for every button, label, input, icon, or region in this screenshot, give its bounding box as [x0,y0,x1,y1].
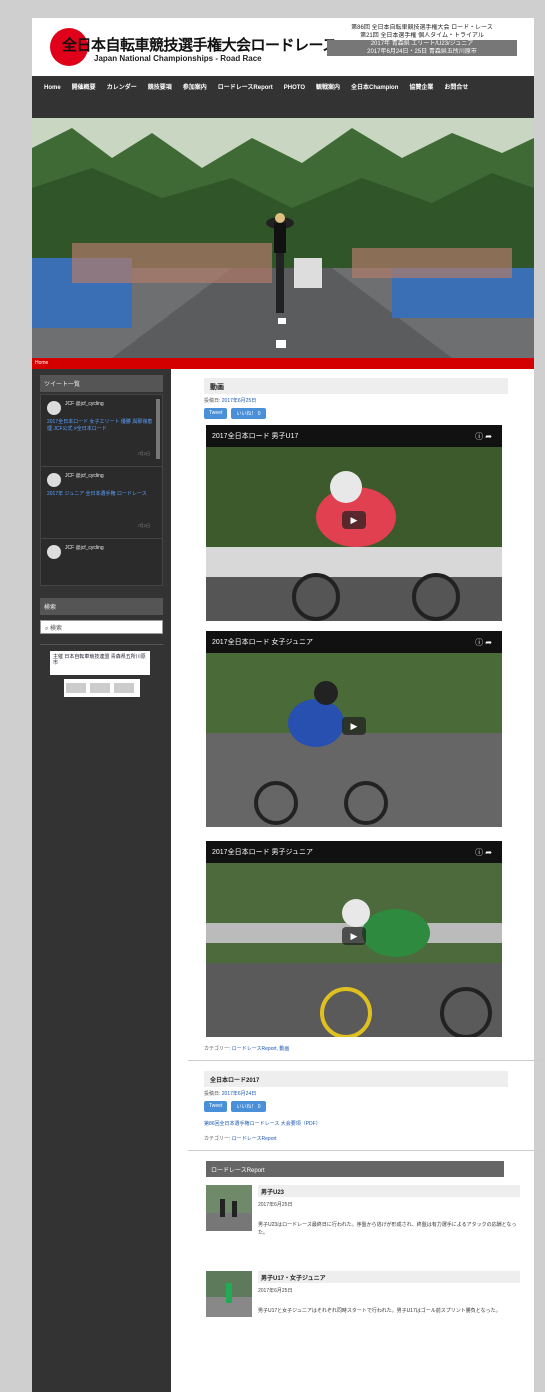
sponsor-logos-row[interactable] [64,679,140,697]
tweet-author[interactable]: JCF @jcf_cycling [65,401,104,407]
share-buttons: Tweet いいね！ 0 [204,408,506,419]
report-date: 2017年6月25日 [258,1288,293,1294]
site-subtitle: Japan National Championships - Road Race [94,54,262,63]
site-header: 全日本自転車競技選手権大会ロードレース Japan National Champ… [32,18,534,76]
like-button[interactable]: いいね！ 0 [231,408,266,419]
page: 全日本自転車競技選手権大会ロードレース Japan National Champ… [32,18,545,1392]
video-title[interactable]: 2017全日本ロード 男子ジュニア [212,847,313,857]
search-input[interactable]: ⌕ 検索 [40,620,163,634]
like-button[interactable]: いいね！ 0 [231,1101,266,1112]
event-info: 第86回 全日本自転車競技選手権大会 ロード・レース 第21回 全日本選手権 個… [327,24,517,56]
video-title[interactable]: 2017全日本ロード 男子U17 [212,431,298,441]
post-categories: カテゴリー: ロードレースReport [204,1135,506,1142]
nav-item-report[interactable]: ロードレースReport [218,80,273,97]
report-thumbnail[interactable] [206,1271,252,1317]
list-item[interactable]: 男子U17・女子ジュニア 2017年6月25日 男子U17と女子ジュニアはそれぞ… [206,1269,520,1349]
sidebar: ツイート一覧 JCF @jcf_cycling 2017全日本ロード 女子エリー… [32,369,171,1392]
site-title[interactable]: 全日本自転車競技選手権大会ロードレース [62,34,337,55]
nav-item-rules[interactable]: 競技要項 [148,80,172,97]
tweet-author[interactable]: JCF @jcf_cycling [65,545,104,551]
divider [188,1060,545,1061]
video-player[interactable]: 2017全日本ロード 男子U17 ⓘ ➦ ▶ [206,425,502,621]
nav-item-photo[interactable]: PHOTO [284,80,305,97]
tweet[interactable]: JCF @jcf_cycling [41,539,162,585]
nav-item-calendar[interactable]: カレンダー [107,80,137,97]
post-categories: カテゴリー: ロードレースReport, 動画 [204,1045,506,1052]
share-buttons: Tweet いいね！ 0 [204,1101,506,1112]
event-line: 2017年 青森県 エリート/U23/ジュニア [327,40,517,48]
post-meta: 投稿日: 2017年6月24日 [204,1090,506,1097]
nav-item-home[interactable]: Home [44,80,61,97]
main-nav: Home 開催概要 カレンダー 競技要項 参加案内 ロードレースReport P… [32,76,534,118]
post-title[interactable]: 全日本ロード2017 [204,1071,508,1087]
categories-link[interactable]: ロードレースReport, 動画 [232,1046,290,1052]
event-line: 第86回 全日本自転車競技選手権大会 ロード・レース [351,25,493,31]
video-title[interactable]: 2017全日本ロード 女子ジュニア [212,637,313,647]
search-widget-title: 検索 [40,598,163,615]
post-date-link[interactable]: 2017年6月25日 [222,398,256,404]
pdf-link[interactable]: 第86回全日本選手権ロードレース 大会要項（PDF） [204,1120,506,1127]
report-heading[interactable]: 男子U23 [258,1185,520,1197]
avatar[interactable] [47,473,61,487]
divider [188,1150,545,1151]
nav-item-contact[interactable]: お問合せ [444,80,468,97]
post-date-label: 投稿日: [204,398,221,404]
tweet-button[interactable]: Tweet [204,1101,228,1112]
main-content: 動画 投稿日: 2017年6月25日 Tweet いいね！ 0 2017全日本ロ… [188,378,545,1349]
post-title[interactable]: 動画 [204,378,508,394]
post-meta: 投稿日: 2017年6月25日 [204,397,506,404]
tweet-time[interactable]: 7月2日 [138,523,150,529]
tweet[interactable]: JCF @jcf_cycling 2017全日本ロード 女子エリート 優勝 與那… [41,395,162,467]
play-icon[interactable]: ▶ [342,717,366,735]
twitter-timeline[interactable]: JCF @jcf_cycling 2017全日本ロード 女子エリート 優勝 與那… [40,394,163,586]
post-date-link[interactable]: 2017年6月24日 [222,1091,256,1097]
report-date: 2017年6月25日 [258,1202,293,1208]
event-line: 2017年6月24日・25日 青森県五所川原市 [327,48,517,56]
list-item[interactable]: 男子U23 2017年6月25日 男子U23はロードレース最終日に行われた。序盤… [206,1183,520,1263]
nav-item-sponsors[interactable]: 協賛企業 [409,80,433,97]
share-icon[interactable]: ⓘ ➦ [475,637,492,648]
report-thumbnail[interactable] [206,1185,252,1231]
breadcrumb-bar: Home [32,358,534,369]
avatar[interactable] [47,401,61,415]
video-player[interactable]: 2017全日本ロード 女子ジュニア ⓘ ➦ ▶ [206,631,502,827]
tweet-text[interactable]: 2017年 ジュニア 全日本選手権 ロードレース [47,491,155,498]
hero-image [32,118,534,358]
play-icon[interactable]: ▶ [342,927,366,945]
search-placeholder: 検索 [50,626,63,632]
sponsor-logo[interactable]: 主催 日本自転車競技連盟 青森県五所川原市 [50,651,150,675]
breadcrumb-home[interactable]: Home [32,358,534,369]
nav-item-spectator[interactable]: 観戦案内 [316,80,340,97]
share-icon[interactable]: ⓘ ➦ [475,431,492,442]
event-line: 第21回 全日本選手権 個人タイム・トライアル [360,33,484,39]
tweet[interactable]: JCF @jcf_cycling 2017年 ジュニア 全日本選手権 ロードレー… [41,467,162,539]
play-icon[interactable]: ▶ [342,511,366,529]
nav-item-champion[interactable]: 全日本Champion [351,80,398,97]
tweet-author[interactable]: JCF @jcf_cycling [65,473,104,479]
nav-item-overview[interactable]: 開催概要 [72,80,96,97]
report-excerpt: 男子U23はロードレース最終日に行われた。序盤から逃げが形成され、終盤は有力選手… [258,1222,517,1236]
tweet-button[interactable]: Tweet [204,408,228,419]
sponsor-area: 主催 日本自転車競技連盟 青森県五所川原市 [40,644,163,702]
video-player[interactable]: 2017全日本ロード 男子ジュニア ⓘ ➦ ▶ [206,841,502,1037]
categories-label: カテゴリー: [204,1046,231,1052]
avatar[interactable] [47,545,61,559]
tweet-text[interactable]: 2017全日本ロード 女子エリート 優勝 與那嶺恵理 JCF公式 #全日本ロード [47,419,155,433]
report-excerpt: 男子U17と女子ジュニアはそれぞれ同時スタートで行われた。男子U17はゴール前ス… [258,1308,501,1314]
categories-label: カテゴリー: [204,1136,231,1142]
tweet-time[interactable]: 7月2日 [138,451,150,457]
report-heading[interactable]: 男子U17・女子ジュニア [258,1271,520,1283]
categories-link[interactable]: ロードレースReport [232,1136,277,1142]
post-date-label: 投稿日: [204,1091,221,1097]
share-icon[interactable]: ⓘ ➦ [475,847,492,858]
report-section-title: ロードレースReport [206,1161,504,1177]
twitter-widget-title: ツイート一覧 [40,375,163,392]
nav-item-entry[interactable]: 参加案内 [183,80,207,97]
